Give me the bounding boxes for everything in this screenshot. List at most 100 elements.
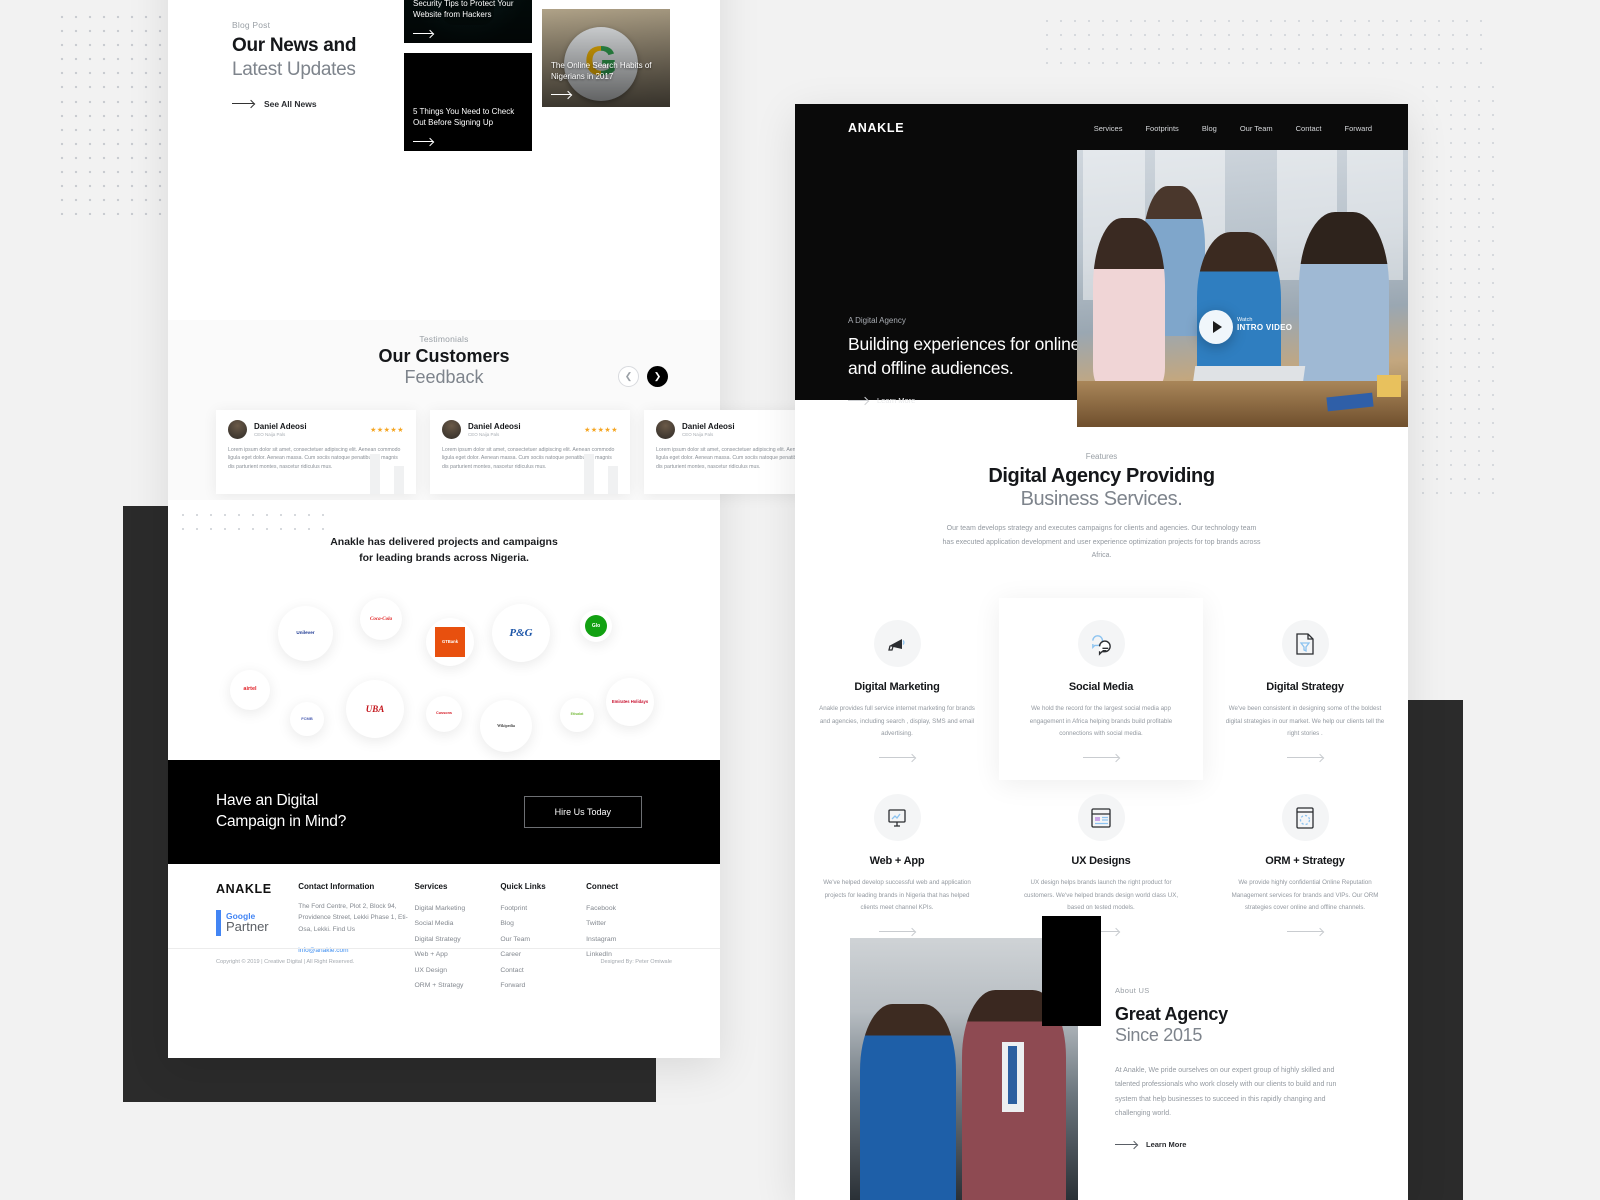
footer-link[interactable]: Forward xyxy=(500,978,586,993)
brand-logo[interactable]: ANAKLE xyxy=(848,121,904,135)
play-video-button[interactable] xyxy=(1199,310,1233,344)
features-title-line1: Digital Agency Providing xyxy=(988,465,1215,487)
hero-eyebrow: A Digital Agency xyxy=(848,316,906,325)
decor-bar xyxy=(370,454,380,494)
watch-intro-video-label: Watch INTRO VIDEO xyxy=(1237,317,1292,332)
footer-link[interactable]: Digital Strategy xyxy=(415,932,501,947)
testimonials-eyebrow: Testimonials xyxy=(419,334,469,344)
about-section: About US Great Agency Since 2015 At Anak… xyxy=(795,908,1408,1200)
hero-section: ANAKLE Services Footprints Blog Our Team… xyxy=(795,104,1408,427)
blog-card-checklist[interactable]: 5 Things You Need to Check Out Before Si… xyxy=(404,53,532,151)
copyright-text: Copyright © 2019 | Creative Digital | Al… xyxy=(216,958,355,965)
dot-pattern-brands xyxy=(176,508,331,542)
brand-logo-unilever: Unilever xyxy=(278,606,333,661)
carousel-controls: ❮ ❯ xyxy=(618,366,668,387)
footer-link[interactable]: Our Team xyxy=(500,932,586,947)
testimonial-name: Daniel Adeosi xyxy=(468,422,521,431)
testimonial-card[interactable]: Daniel Adeosi CEO Naija Pals ★★★★★ Lorem… xyxy=(430,410,630,494)
blog-eyebrow: Blog Post xyxy=(232,20,271,30)
footer-link[interactable]: Blog xyxy=(500,916,586,931)
chat-bubble-icon xyxy=(1077,620,1125,667)
arrow-right-icon xyxy=(413,33,433,34)
avatar xyxy=(228,420,247,439)
wireframe-icon xyxy=(1077,794,1125,841)
footer-link[interactable]: Facebook xyxy=(586,901,672,916)
footer-contact-heading: Contact Information xyxy=(298,882,375,891)
arrow-right-icon[interactable] xyxy=(1287,757,1323,759)
brand-logo-glo: Glo xyxy=(580,610,612,642)
brand-logo-fcmb: FCMB xyxy=(290,702,324,736)
document-funnel-icon xyxy=(1281,620,1329,667)
footer-link[interactable]: Twitter xyxy=(586,916,672,931)
arrow-right-icon xyxy=(413,141,433,142)
footer-link[interactable]: Digital Marketing xyxy=(415,901,501,916)
about-title-line1: Great Agency xyxy=(1115,1004,1228,1024)
brand-logo-label: Emirates Holidays xyxy=(611,698,649,704)
nav-item-blog[interactable]: Blog xyxy=(1202,124,1217,133)
person-woman-left xyxy=(1093,218,1165,388)
arrow-right-icon[interactable] xyxy=(1083,757,1119,759)
testimonial-header: Daniel Adeosi CEO Naija Pals ★★★★★ xyxy=(228,420,404,439)
partner-word: Partner xyxy=(226,919,269,935)
feature-card-digital-marketing[interactable]: Digital Marketing Anakle provides full s… xyxy=(795,598,999,780)
feature-card-digital-strategy[interactable]: Digital Strategy We've been consistent i… xyxy=(1203,598,1407,780)
loading-screen-icon xyxy=(1281,794,1329,841)
google-partner-bar xyxy=(216,910,221,936)
footer-services-column: Services Digital Marketing Social Media … xyxy=(415,882,501,994)
nav-item-services[interactable]: Services xyxy=(1094,124,1123,133)
nav-item-our-team[interactable]: Our Team xyxy=(1240,124,1273,133)
hire-us-today-button[interactable]: Hire Us Today xyxy=(523,796,642,828)
features-eyebrow: Features xyxy=(1085,452,1118,461)
carousel-next-button[interactable]: ❯ xyxy=(647,366,668,387)
hero-team-photo: Watch INTRO VIDEO xyxy=(1077,150,1408,427)
testimonial-role: CEO Naija Pals xyxy=(682,432,714,437)
testimonials-section: Testimonials Our Customers Feedback ❮ ❯ … xyxy=(168,320,844,500)
feature-title: Social Media xyxy=(1068,681,1134,693)
see-all-news-label: See All News xyxy=(264,98,317,109)
image-overlay xyxy=(542,9,670,107)
avatar xyxy=(442,420,461,439)
arrow-right-icon[interactable] xyxy=(879,757,915,759)
testimonials-title-line1: Our Customers xyxy=(378,346,510,366)
nav-item-contact[interactable]: Contact xyxy=(1296,124,1322,133)
footer-logo: ANAKLE xyxy=(216,882,272,896)
nav-item-footprints[interactable]: Footprints xyxy=(1145,124,1178,133)
footer-contact-column: Contact Information The Ford Centre, Plo… xyxy=(298,882,414,994)
blog-card-search-habits[interactable]: The Online Search Habits of Nigerians in… xyxy=(542,9,670,107)
about-eyebrow: About US xyxy=(1115,986,1150,995)
footer-quicklinks-heading: Quick Links xyxy=(500,882,546,891)
feature-card-social-media[interactable]: Social Media We hold the record for the … xyxy=(999,598,1203,781)
about-learn-more-link[interactable]: Learn More xyxy=(1115,1140,1353,1149)
see-all-news-link[interactable]: See All News xyxy=(232,99,402,109)
testimonial-card[interactable]: Daniel Adeosi CEO Naija Pals ★★★★★ Lorem… xyxy=(216,410,416,494)
blog-card-title: The Online Search Habits of Nigerians in… xyxy=(551,61,652,82)
footer-link[interactable]: Footprint xyxy=(500,901,586,916)
footer-link[interactable]: Instagram xyxy=(586,932,672,947)
arrow-right-icon xyxy=(1115,1144,1137,1146)
brand-logo-emirates-holidays: Emirates Holidays xyxy=(606,678,654,726)
feature-title: UX Designs xyxy=(1071,855,1131,867)
brand-logo-wikipedia: Wikipedia xyxy=(480,700,532,752)
brand-logo-cloud: Unilever Coca-Cola GTBank P&G Glo airtel… xyxy=(168,596,720,752)
feature-title: Web + App xyxy=(869,855,925,867)
brand-logo-cussons: Cussons xyxy=(426,696,462,732)
blog-title-line2: Latest Updates xyxy=(232,59,356,81)
brand-logo-label: airtel xyxy=(243,686,257,693)
brand-logo-uba: UBA xyxy=(346,680,404,738)
footer: ANAKLE Google Partner Contact Informatio… xyxy=(168,864,720,989)
nav-item-forward[interactable]: Forward xyxy=(1344,124,1372,133)
footer-link[interactable]: ORM + Strategy xyxy=(415,978,501,993)
brand-logo-coca-cola: Coca-Cola xyxy=(360,598,402,640)
feature-text: Anakle provides full service internet ma… xyxy=(819,705,975,738)
feature-title: ORM + Strategy xyxy=(1265,855,1345,867)
footer-brand: ANAKLE Google Partner xyxy=(216,882,298,994)
blog-card-security[interactable]: Security Tips to Protect Your Website fr… xyxy=(404,0,532,43)
features-subtitle: Our team develops strategy and executes … xyxy=(942,525,1261,560)
decor-black-block xyxy=(1042,916,1101,1026)
brands-headline: Anakle has delivered projects and campai… xyxy=(330,536,558,565)
footer-link[interactable]: Social Media xyxy=(415,916,501,931)
brand-logo-label: Cussons xyxy=(435,711,453,716)
footer-connect-heading: Connect xyxy=(586,882,619,891)
carousel-prev-button[interactable]: ❮ xyxy=(618,366,639,387)
decor-bar xyxy=(608,466,618,494)
